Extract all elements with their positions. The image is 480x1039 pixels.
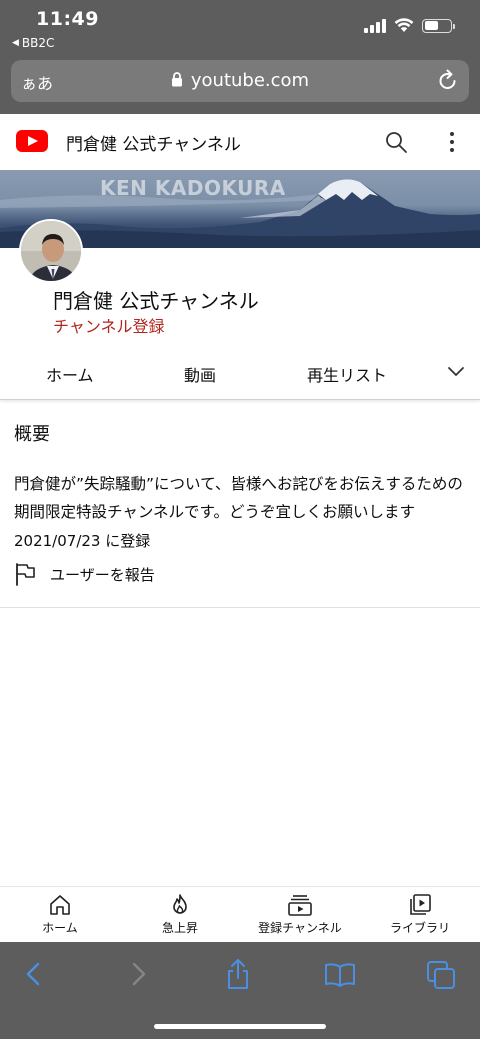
search-icon[interactable] (384, 130, 408, 154)
back-triangle-icon: ◀ (12, 38, 19, 48)
url-display[interactable]: youtube.com (11, 70, 469, 91)
report-user-button[interactable]: ユーザーを報告 (14, 562, 155, 586)
nav-home[interactable]: ホーム (0, 893, 120, 936)
chevron-down-icon[interactable] (446, 364, 466, 378)
channel-avatar[interactable] (19, 219, 83, 283)
avatar-photo (21, 221, 81, 281)
address-bar[interactable]: ぁあ youtube.com (11, 60, 469, 102)
flag-icon (16, 563, 35, 586)
status-time: 11:49 (36, 8, 99, 30)
nav-trending[interactable]: 急上昇 (120, 893, 240, 936)
tab-home[interactable]: ホーム (46, 362, 94, 386)
about-heading: 概要 (14, 424, 50, 445)
tabs-icon[interactable] (426, 960, 456, 990)
header-title: 門倉健 公式チャンネル (66, 135, 241, 155)
trending-fire-icon (173, 894, 187, 914)
subscribe-button[interactable]: チャンネル登録 (53, 313, 165, 337)
browser-forward-icon[interactable] (128, 961, 148, 987)
channel-description: 門倉健が”失踪騒動”について、皆様へお詫びをお伝えするための期間限定特設チャンネ… (14, 475, 463, 521)
nav-trending-label: 急上昇 (161, 921, 198, 935)
back-app-label: BB2C (21, 36, 55, 50)
report-user-label: ユーザーを報告 (50, 565, 155, 584)
battery-icon (422, 18, 455, 33)
nav-subscriptions-label: 登録チャンネル (258, 921, 342, 935)
section-divider (0, 607, 480, 608)
lock-icon (171, 72, 182, 87)
browser-back-icon[interactable] (24, 961, 44, 987)
bookmarks-icon[interactable] (324, 962, 356, 988)
channel-name: 門倉健 公式チャンネル (53, 289, 259, 313)
subscriptions-icon (288, 895, 312, 916)
status-indicators (364, 18, 455, 33)
youtube-header: 門倉健 公式チャンネル (0, 114, 480, 170)
tab-playlists[interactable]: 再生リスト (307, 362, 387, 386)
share-icon[interactable] (225, 958, 251, 990)
browser-bottom-toolbar (0, 942, 480, 1039)
reload-icon[interactable] (437, 69, 459, 93)
home-indicator[interactable] (154, 1024, 326, 1029)
back-to-app-link[interactable]: ◀ BB2C (12, 36, 54, 50)
nav-library-label: ライブラリ (389, 921, 450, 935)
channel-tabs: ホーム 動画 再生リスト (0, 348, 480, 400)
nav-home-label: ホーム (42, 921, 78, 935)
youtube-logo-icon[interactable] (16, 130, 48, 152)
cellular-signal-icon (364, 18, 386, 33)
home-icon (50, 895, 70, 915)
bottom-navigation: ホーム 急上昇 登録チャンネル ライブラリ (0, 886, 480, 942)
url-text: youtube.com (190, 70, 310, 91)
library-icon (410, 894, 431, 915)
browser-top-bar: 11:49 ◀ BB2C ぁあ youtube.com (0, 0, 480, 114)
joined-date: 2021/07/23 に登録 (14, 532, 151, 550)
wifi-icon (394, 18, 414, 32)
tab-videos[interactable]: 動画 (184, 362, 216, 386)
nav-subscriptions[interactable]: 登録チャンネル (240, 893, 360, 936)
nav-library[interactable]: ライブラリ (360, 893, 480, 936)
banner-text: KEN KADOKURA (100, 176, 286, 200)
more-vert-icon[interactable] (448, 131, 456, 153)
